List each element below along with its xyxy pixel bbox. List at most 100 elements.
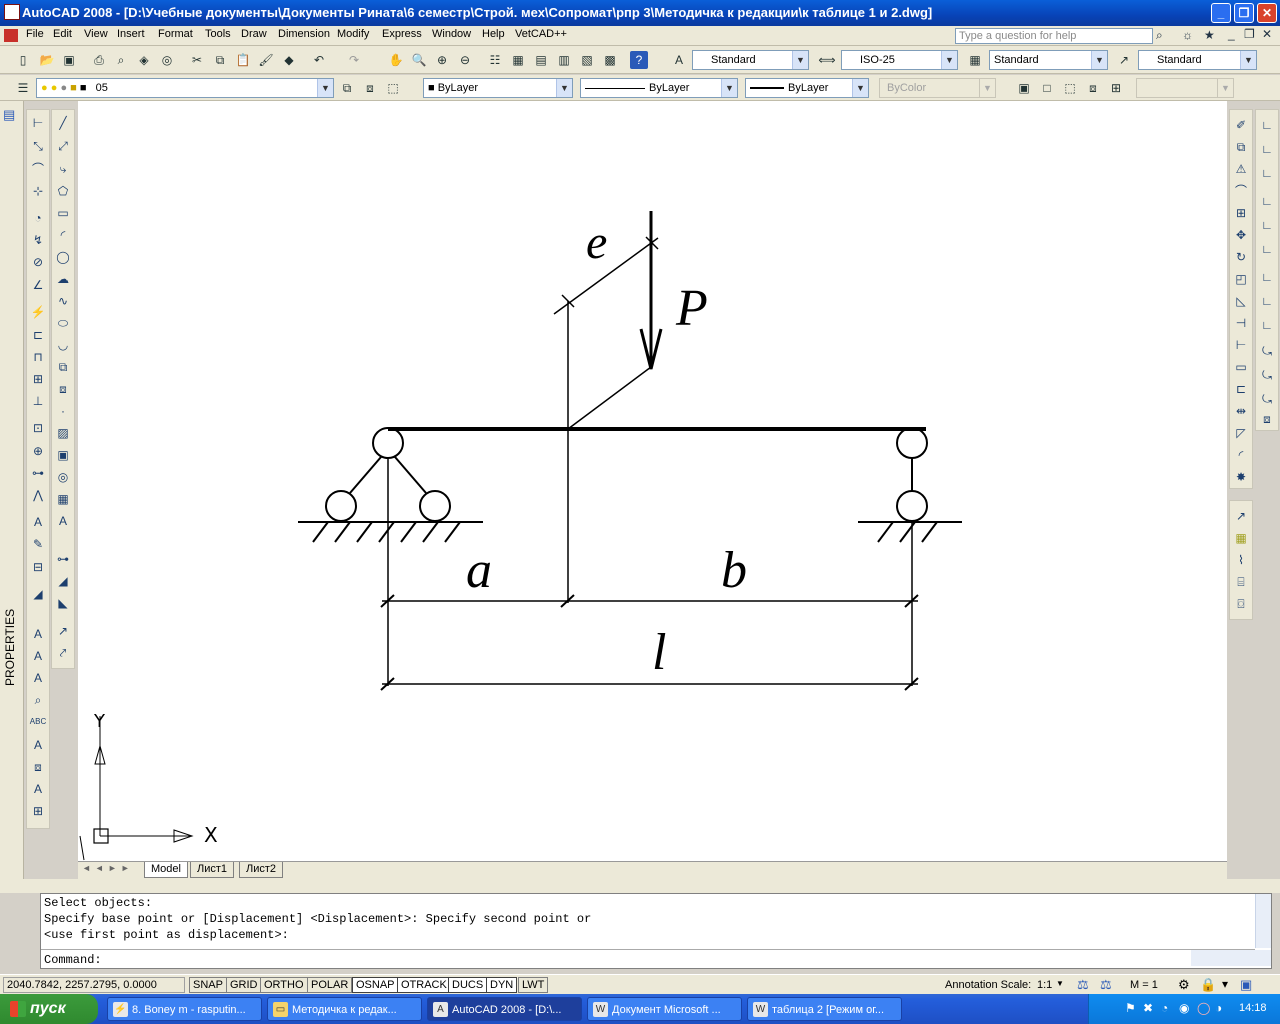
plot-preview-icon[interactable]: ⌕ [112,51,130,69]
polyline-icon[interactable]: ⤷ [54,160,72,178]
color-select[interactable]: ■ ByLayer ▼ [423,78,573,98]
layer-previous-icon[interactable]: ⧈ [361,79,379,97]
command-scrollbar[interactable] [1255,894,1271,948]
grid-toggle[interactable]: GRID [226,977,262,993]
table-icon[interactable]: ▦ [54,490,72,508]
network-icon[interactable]: ⚑ [1125,1001,1136,1015]
spline-icon[interactable]: ∿ [54,292,72,310]
jogged-linear-icon[interactable]: ⋀ [29,486,47,504]
tab-nav-arrows[interactable]: ◄◄►► [82,863,134,873]
revision-cloud-icon[interactable]: ☁ [54,270,72,288]
help-search-input[interactable]: Type a question for help [955,28,1153,44]
face-ucs-icon[interactable]: ∟ [1258,192,1276,210]
single-text-icon[interactable]: A [29,647,47,665]
edit-spline-icon[interactable]: ⌸ [1232,573,1250,591]
menu-file[interactable]: File [26,28,44,40]
single-viewport-icon[interactable]: □ [1038,79,1056,97]
search-icon[interactable]: ⌕ [1156,28,1163,43]
ellipse-arc-icon[interactable]: ◡ [54,336,72,354]
volume-icon[interactable]: ◉ [1179,1001,1189,1015]
sheet-set-icon[interactable]: ▥ [555,51,573,69]
publish-icon[interactable]: ◈ [135,51,153,69]
bluetooth-icon[interactable]: ◔ [1161,1001,1168,1015]
document-icon[interactable] [4,29,18,42]
cut-icon[interactable]: ✂ [188,51,206,69]
ducs-toggle[interactable]: DUCS [448,977,488,993]
spell-check-icon[interactable]: ABC [29,713,47,731]
update-icon[interactable]: ◑ [1215,1001,1222,1015]
annotation-visibility-icon[interactable]: ⚖ [1077,977,1089,993]
origin-ucs-icon[interactable]: ∟ [1258,268,1276,286]
trim-icon[interactable]: ⊣ [1232,314,1250,332]
center-mark-icon[interactable]: ⊕ [29,442,47,460]
menu-tools[interactable]: Tools [205,28,231,40]
extend-icon[interactable]: ⊢ [1232,336,1250,354]
layer-select[interactable]: ● ● ● ■ ■ 05 ▼ [36,78,334,98]
block-editor-icon[interactable]: ◆ [280,51,298,69]
offset-icon[interactable]: ⌒ [1232,182,1250,200]
ordinate-dim-icon[interactable]: ⊹ [29,182,47,200]
point-icon[interactable]: · [54,402,72,420]
auto-scale-icon[interactable]: ⚖ [1100,977,1112,993]
dim-aligned-alt-icon[interactable]: ◢ [54,572,72,590]
stretch-icon[interactable]: ◺ [1232,292,1250,310]
apply-ucs-icon[interactable]: ⧈ [1258,410,1276,428]
clean-screen-icon[interactable]: ▣ [1240,977,1252,993]
doc-minimize-button[interactable]: _ [1228,27,1235,41]
ellipse-icon[interactable]: ⬭ [54,314,72,332]
find-text-icon[interactable]: ⌕ [29,691,47,709]
comm-center-icon[interactable]: ⚙ [1178,977,1190,993]
match-properties-icon[interactable]: 🖌 [257,51,275,69]
command-splitter[interactable] [0,879,1280,893]
tolerance-icon[interactable]: ⊡ [29,419,47,437]
viewport-icon[interactable]: ▣ [1015,79,1033,97]
open-icon[interactable]: 📂 [38,51,56,69]
multileader-icon[interactable]: ↗ [54,622,72,640]
design-center-icon[interactable]: ▦ [509,51,527,69]
baseline-dim-icon[interactable]: ⊏ [29,326,47,344]
task-word-table[interactable]: Wтаблица 2 [Режим ог... [747,997,902,1021]
3point-ucs-icon[interactable]: ∟ [1258,316,1276,334]
security-icon[interactable]: ✖ [1143,1001,1153,1015]
insert-block-icon[interactable]: ⧉ [54,358,72,376]
ucs-previous-icon[interactable]: ∟ [1258,164,1276,182]
diameter-dim-icon[interactable]: ⊘ [29,253,47,271]
text-style-select[interactable]: Standard ▼ [692,50,809,70]
edit-polyline-icon[interactable]: ⌇ [1232,551,1250,569]
edit-attribute-icon[interactable]: ⌼ [1232,595,1250,613]
pan-icon[interactable]: ✋ [387,51,405,69]
region-icon[interactable]: ◎ [54,468,72,486]
paste-icon[interactable]: 📋 [234,51,252,69]
redo-icon[interactable]: ↷ [345,51,363,69]
table-style-select[interactable]: Standard ▼ [989,50,1108,70]
multileader-style-select[interactable]: Standard ▼ [1138,50,1257,70]
osnap-toggle[interactable]: OSNAP [352,977,399,993]
ucs-icon[interactable]: ∟ [1258,116,1276,134]
dim-update-icon[interactable]: ⊟ [29,558,47,576]
menu-window[interactable]: Window [432,28,471,40]
justify-text-icon[interactable]: A [29,780,47,798]
y-ucs-icon[interactable]: ⤿ [1258,366,1276,384]
text-space-icon[interactable]: ⊞ [29,802,47,820]
calculator-icon[interactable]: ▩ [601,51,619,69]
rectangle-icon[interactable]: ▭ [54,204,72,222]
lwt-toggle[interactable]: LWT [518,977,549,993]
menu-help[interactable]: Help [482,28,505,40]
join-icon[interactable]: ⇹ [1232,402,1250,420]
tab-layout-2[interactable]: Лист2 [239,862,284,878]
aligned-dim-icon[interactable]: ⤡ [29,137,47,155]
dim-text-edit-icon[interactable]: ✎ [29,535,47,553]
linear-dim-icon[interactable]: ⊢ [29,114,47,132]
menu-draw[interactable]: Draw [241,28,267,40]
mtext-icon[interactable]: A [29,625,47,643]
command-prompt[interactable]: Command: [44,953,102,967]
world-ucs-icon[interactable]: ∟ [1258,140,1276,158]
command-window[interactable]: Select objects: Specify base point or [D… [40,893,1272,969]
rotate-icon[interactable]: ↻ [1232,248,1250,266]
doc-close-button[interactable]: ✕ [1262,27,1272,41]
autocad-app-icon[interactable] [4,4,20,20]
menu-modify[interactable]: Modify [337,28,369,40]
coordinates-readout[interactable]: 2040.7842, 2257.2795, 0.0000 [3,977,185,993]
annotation-scale-value[interactable]: 1:1 [1037,979,1052,991]
dim-space-icon[interactable]: ⊞ [29,370,47,388]
